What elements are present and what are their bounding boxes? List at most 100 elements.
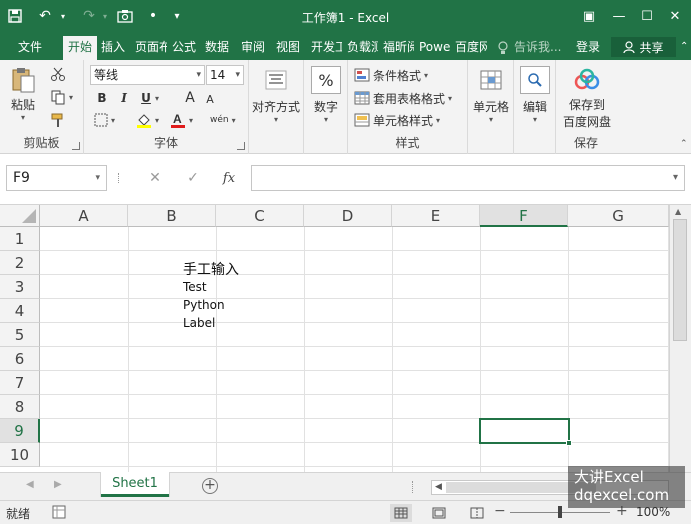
zoom-slider-thumb[interactable]	[558, 506, 562, 518]
tab-developer[interactable]: 开发工	[311, 34, 342, 60]
column-header-g[interactable]: G	[568, 205, 669, 227]
macro-record-icon[interactable]	[52, 505, 66, 522]
tab-file[interactable]: 文件	[10, 34, 50, 60]
next-sheet-icon[interactable]: ▶	[54, 479, 62, 490]
alignment-button[interactable]: 对齐方式 ▾	[251, 66, 301, 124]
select-all-button[interactable]	[0, 205, 40, 227]
vertical-scroll-thumb[interactable]	[673, 219, 687, 341]
editing-button[interactable]: 编辑 ▾	[518, 66, 552, 124]
format-painter-icon[interactable]	[50, 110, 66, 130]
copy-icon[interactable]: ▾	[50, 87, 73, 107]
tab-view[interactable]: 视图	[276, 34, 305, 60]
cell-b5[interactable]: Label	[183, 316, 215, 330]
column-header-c[interactable]: C	[216, 205, 304, 227]
baidu-cloud-icon	[572, 66, 602, 94]
cells-button[interactable]: 单元格 ▾	[470, 66, 512, 124]
minimize-button[interactable]: —	[604, 4, 634, 28]
scroll-up-icon[interactable]: ▲	[675, 207, 681, 216]
formula-bar-grip[interactable]	[118, 173, 120, 183]
name-box[interactable]: F9 ▾	[6, 165, 107, 191]
cut-icon[interactable]	[50, 64, 66, 84]
column-header-d[interactable]: D	[304, 205, 392, 227]
normal-view-icon[interactable]	[390, 504, 412, 522]
cancel-icon[interactable]: ✕	[145, 168, 165, 188]
italic-button[interactable]: I	[114, 88, 134, 108]
column-header-f[interactable]: F	[480, 205, 568, 227]
border-icon[interactable]: ▾	[94, 110, 115, 130]
row-header-9[interactable]: 9	[0, 419, 40, 443]
vertical-scrollbar[interactable]: ▲	[669, 205, 691, 472]
conditional-format-button[interactable]: 条件格式 ▾	[354, 65, 428, 85]
column-header-e[interactable]: E	[392, 205, 480, 227]
cell-styles-button[interactable]: 单元格样式 ▾	[354, 110, 440, 130]
collapse-ribbon-icon[interactable]: ⌃	[680, 34, 688, 60]
tab-review[interactable]: 审阅	[241, 34, 270, 60]
tell-me-icon[interactable]	[497, 34, 509, 60]
enter-icon[interactable]: ✓	[183, 168, 203, 188]
row-header-8[interactable]: 8	[0, 395, 40, 419]
increase-font-button[interactable]: A	[180, 88, 200, 108]
clipboard-launcher-icon[interactable]	[72, 142, 80, 150]
font-name-select[interactable]: 等线 ▾	[90, 65, 205, 85]
selected-cell-f9[interactable]	[479, 418, 572, 446]
underline-button[interactable]: U	[136, 88, 156, 108]
font-size-select[interactable]: 14 ▾	[206, 65, 244, 85]
close-button[interactable]: ✕	[660, 4, 690, 28]
ribbon-collapse-icon[interactable]: ⌃	[680, 139, 688, 149]
zoom-out-button[interactable]: −	[494, 503, 506, 519]
tab-page-layout[interactable]: 页面布	[135, 34, 167, 60]
tab-foxit[interactable]: 福昕阅	[383, 34, 414, 60]
worksheet-grid[interactable]: A B C D E F G 1 2 3 4 5 6 7 8 9 10 手工输入 …	[0, 205, 691, 472]
format-as-table-button[interactable]: 套用表格格式 ▾	[354, 88, 452, 108]
cells-group: 单元格 ▾	[468, 60, 514, 154]
tab-data[interactable]: 数据	[205, 34, 234, 60]
row-header-6[interactable]: 6	[0, 347, 40, 371]
phonetic-icon[interactable]: wén ▾	[210, 110, 236, 130]
row-header-5[interactable]: 5	[0, 323, 40, 347]
paste-button[interactable]: 粘贴 ▾	[8, 66, 38, 122]
ribbon-display-icon[interactable]: ▣	[574, 4, 604, 28]
tab-power[interactable]: Powe	[419, 34, 450, 60]
fill-color-icon[interactable]: ▾	[136, 110, 159, 130]
sheet-tab-sheet1[interactable]: Sheet1	[101, 472, 169, 497]
row-header-7[interactable]: 7	[0, 371, 40, 395]
signin-link[interactable]: 登录	[576, 34, 600, 60]
bold-button[interactable]: B	[92, 88, 112, 108]
column-header-b[interactable]: B	[128, 205, 216, 227]
tab-load-test[interactable]: 负载测	[347, 34, 378, 60]
row-header-1[interactable]: 1	[0, 227, 40, 251]
paste-dropdown-icon[interactable]: ▾	[21, 113, 25, 122]
number-group: % 数字 ▾	[304, 60, 348, 154]
fill-handle[interactable]	[566, 440, 572, 446]
row-header-4[interactable]: 4	[0, 299, 40, 323]
row-header-3[interactable]: 3	[0, 275, 40, 299]
decrease-font-button[interactable]: A	[200, 89, 220, 109]
tab-insert[interactable]: 插入	[101, 34, 130, 60]
tab-home[interactable]: 开始	[63, 36, 97, 60]
add-sheet-icon[interactable]: +	[202, 478, 218, 494]
scroll-left-icon[interactable]: ◀	[435, 482, 442, 492]
number-format-button[interactable]: % 数字 ▾	[308, 66, 344, 124]
cell-b4[interactable]: Python	[183, 298, 225, 312]
font-launcher-icon[interactable]	[237, 142, 245, 150]
page-break-view-icon[interactable]	[466, 504, 488, 522]
prev-sheet-icon[interactable]: ◀	[26, 479, 34, 490]
row-header-10[interactable]: 10	[0, 443, 40, 467]
tab-formulas[interactable]: 公式	[172, 34, 200, 60]
cell-b3[interactable]: Test	[183, 280, 207, 294]
tab-split-grip[interactable]	[412, 481, 414, 493]
insert-function-icon[interactable]: fx	[219, 168, 239, 188]
row-header-2[interactable]: 2	[0, 251, 40, 275]
save-to-baidu-button[interactable]: 保存到 百度网盘	[558, 66, 616, 130]
underline-dropdown-icon[interactable]: ▾	[155, 88, 159, 108]
maximize-button[interactable]: ☐	[632, 4, 662, 28]
font-color-icon[interactable]: A ▾	[170, 110, 193, 130]
column-header-a[interactable]: A	[40, 205, 128, 227]
page-layout-view-icon[interactable]	[428, 504, 450, 522]
expand-formula-icon[interactable]: ▾	[673, 172, 678, 183]
formula-input[interactable]: ▾	[251, 165, 685, 191]
tab-baidu[interactable]: 百度网	[455, 34, 487, 60]
share-button[interactable]: 共享	[611, 37, 676, 57]
tell-me-box[interactable]: 告诉我...	[514, 34, 561, 60]
cell-b2[interactable]: 手工输入	[183, 259, 239, 279]
